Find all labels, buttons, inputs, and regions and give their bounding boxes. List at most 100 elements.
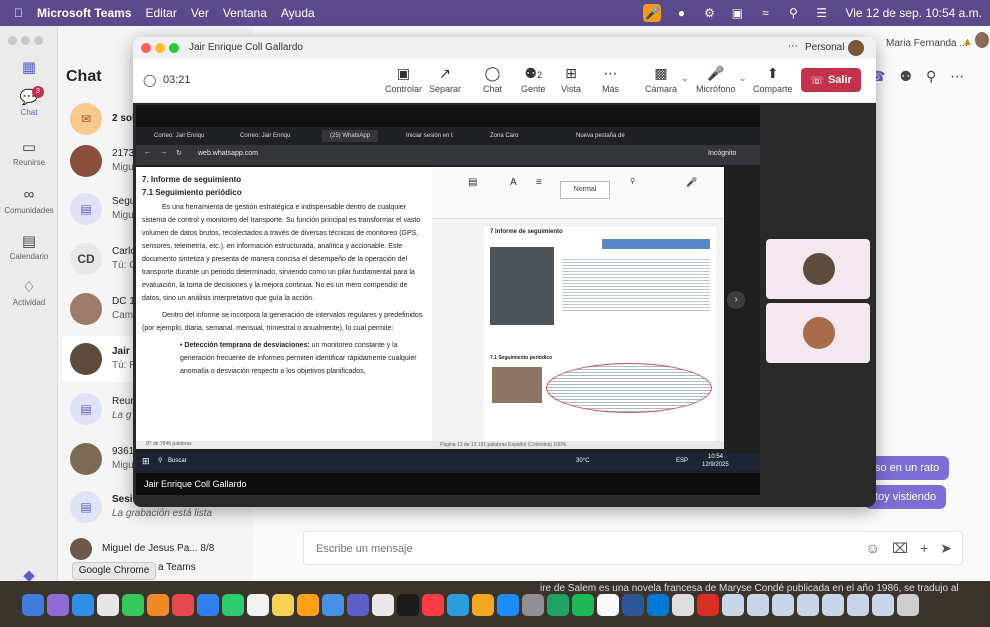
browser-tab-active[interactable]: (25) WhatsApp [322, 130, 379, 142]
teams-icon[interactable] [347, 594, 369, 616]
trash-icon[interactable] [897, 594, 919, 616]
facetime-icon[interactable] [222, 594, 244, 616]
browser-tab[interactable]: Zona Caro [490, 130, 518, 142]
people-button[interactable]: ⚉2 Gente [521, 65, 546, 94]
screen-icon[interactable]: ▣ [729, 6, 745, 20]
recent-window-icon[interactable] [772, 594, 794, 616]
spotify-icon[interactable] [572, 594, 594, 616]
taskbar-language[interactable]: ESP [676, 458, 688, 464]
minimize-window-button[interactable] [21, 36, 30, 45]
message-bubble[interactable]: toy vistiendo [865, 485, 947, 509]
reload-icon[interactable]: ↻ [176, 149, 182, 157]
reminders-icon[interactable] [297, 594, 319, 616]
url-text[interactable]: web.whatsapp.com [198, 150, 258, 157]
avatar[interactable] [975, 32, 989, 48]
messages-icon[interactable] [122, 594, 144, 616]
apple-icon[interactable]:  [14, 6, 23, 20]
settings-icon[interactable] [522, 594, 544, 616]
music-icon[interactable] [422, 594, 444, 616]
firefox-icon[interactable] [147, 594, 169, 616]
send-icon[interactable]: ➤ [940, 540, 952, 557]
control-button[interactable]: ▣ Controlar [385, 65, 422, 94]
view-button[interactable]: ⊞ Vista [561, 65, 581, 94]
next-page-button[interactable]: › [727, 291, 745, 309]
recent-window-icon[interactable] [872, 594, 894, 616]
windows-start-icon[interactable]: ⊞ [142, 456, 150, 467]
menu-ver[interactable]: Ver [191, 6, 209, 20]
menu-ayuda[interactable]: Ayuda [281, 6, 315, 20]
menu-ventana[interactable]: Ventana [223, 6, 267, 20]
minimize-window-button[interactable] [155, 43, 165, 53]
outlook-icon[interactable] [647, 594, 669, 616]
rail-item-actividad[interactable]: ♢ Actividad [0, 278, 58, 307]
keynote-icon[interactable] [447, 594, 469, 616]
control-center-icon[interactable]: ☰ [813, 6, 829, 20]
microphone-button[interactable]: 🎤 Micrófono [696, 65, 736, 94]
browser-tab[interactable]: Nueva pestaña de [576, 130, 625, 142]
paragraph-icon[interactable]: ≡ [536, 177, 542, 188]
emoji-icon[interactable]: ☺ [866, 540, 880, 557]
personal-account-label[interactable]: Personal [805, 42, 844, 53]
participant-tile[interactable] [766, 239, 870, 299]
search-icon[interactable]: ⚲ [630, 177, 635, 185]
shield-icon[interactable]: ◯ [143, 73, 156, 87]
calendar-icon[interactable] [247, 594, 269, 616]
pages-icon[interactable] [472, 594, 494, 616]
browser-tab[interactable]: Correo: Jair Enriqu [154, 130, 204, 142]
leave-button[interactable]: ☏ Salir [801, 68, 861, 92]
taskbar-search[interactable]: Buscar [168, 458, 187, 464]
spotlight-search-icon[interactable]: ⚲ [785, 6, 801, 20]
menu-editar[interactable]: Editar [145, 6, 176, 20]
chevron-down-icon[interactable]: ⌄ [681, 73, 689, 84]
more-icon[interactable]: ⋯ [950, 68, 964, 85]
browser-tab[interactable]: Iniciar sesión en t [406, 130, 453, 142]
browser-tab[interactable]: Correo: Jair Enriqu [240, 130, 290, 142]
popout-button[interactable]: ↗ Separar [429, 65, 461, 94]
taskbar-time[interactable]: 10:54 [708, 454, 723, 460]
mic-indicator-icon[interactable]: 🎤 [643, 4, 662, 22]
safari-icon[interactable] [72, 594, 94, 616]
menubar-datetime[interactable]: Vie 12 de sep. 10:54 a.m. [845, 6, 982, 20]
recent-window-icon[interactable] [722, 594, 744, 616]
pdf-icon[interactable] [697, 594, 719, 616]
finder-icon[interactable] [22, 594, 44, 616]
excel-icon[interactable] [547, 594, 569, 616]
close-window-button[interactable] [8, 36, 17, 45]
zoom-window-button[interactable] [34, 36, 43, 45]
taskbar-date[interactable]: 12/9/2025 [702, 462, 729, 468]
paste-icon[interactable]: ▤ [468, 177, 477, 188]
wifi-icon[interactable]: ≈ [757, 6, 773, 20]
attach-icon[interactable]: ⌧ [892, 540, 908, 557]
zoom-window-button[interactable] [169, 43, 179, 53]
forward-icon[interactable]: → [160, 149, 167, 156]
rail-item-calendario[interactable]: ▤ Calendario [0, 232, 58, 261]
recent-window-icon[interactable] [797, 594, 819, 616]
recent-window-icon[interactable] [747, 594, 769, 616]
preview-icon[interactable] [597, 594, 619, 616]
font-icon[interactable]: A [510, 177, 517, 188]
people-icon[interactable]: ⚉ [899, 68, 912, 85]
rail-item-comunidades[interactable]: ∞ Comunidades [0, 186, 58, 215]
freeform-icon[interactable] [322, 594, 344, 616]
chrome-icon[interactable] [97, 594, 119, 616]
rail-item-reunirse[interactable]: ▭ Reunirse [0, 138, 58, 167]
message-bubble[interactable]: so en un rato [865, 456, 950, 480]
chevron-down-icon[interactable]: ⌄ [739, 73, 747, 84]
chat-list-item[interactable]: Miguel de Jesus Pa... 8/8 [62, 534, 250, 564]
launchpad-icon[interactable] [47, 594, 69, 616]
menu-app-name[interactable]: Microsoft Teams [37, 6, 131, 20]
back-icon[interactable]: ← [144, 149, 151, 156]
avatar[interactable] [848, 40, 864, 56]
recent-window-icon[interactable] [847, 594, 869, 616]
extension-icon[interactable]: ⚙ [701, 6, 717, 20]
chat-header-name[interactable]: Maria Fernanda ... [886, 38, 968, 49]
appstore-icon[interactable] [497, 594, 519, 616]
word-icon[interactable] [622, 594, 644, 616]
dictate-icon[interactable]: 🎤 [686, 177, 697, 188]
taskbar-search-icon[interactable]: ⚲ [158, 457, 162, 464]
participant-tile[interactable] [766, 303, 870, 363]
recent-window-icon[interactable] [822, 594, 844, 616]
search-icon[interactable]: ⚲ [926, 68, 936, 85]
message-input[interactable] [316, 540, 796, 558]
close-window-button[interactable] [141, 43, 151, 53]
